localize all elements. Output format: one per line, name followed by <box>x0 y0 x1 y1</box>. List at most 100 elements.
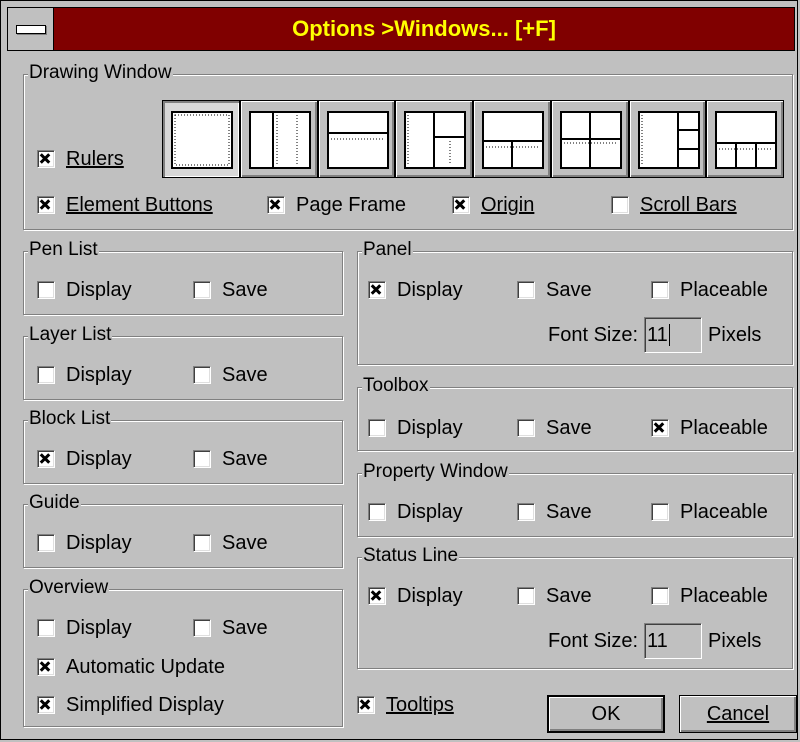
tooltips-checkbox[interactable]: Tooltips <box>357 693 454 717</box>
layout-left-three-right-button[interactable] <box>628 100 707 178</box>
pen-list-display-checkbox[interactable]: Display <box>37 278 132 302</box>
layout-horizontal-split-button[interactable] <box>317 100 396 178</box>
page-frame-checkbox[interactable]: Page Frame <box>267 193 406 217</box>
status-line-font-size-value: 11 <box>647 630 668 652</box>
overview-display-checkbox[interactable]: Display <box>37 616 132 640</box>
system-menu-button[interactable] <box>8 8 54 50</box>
pen-list-display-check[interactable] <box>37 281 55 299</box>
property-window-display-checkbox[interactable]: Display <box>368 500 463 524</box>
panel-display-checkbox[interactable]: Display <box>368 278 463 302</box>
cancel-button-label: Cancel <box>706 702 770 725</box>
pen-list-save-checkbox[interactable]: Save <box>193 278 268 302</box>
block-list-display-label: Display <box>66 448 132 470</box>
layer-list-legend: Layer List <box>28 324 113 346</box>
block-list-display-checkbox[interactable]: Display <box>37 447 132 471</box>
property-window-save-checkbox[interactable]: Save <box>517 500 592 524</box>
layout-top-bottom-split-button[interactable] <box>473 100 551 178</box>
guide-save-checkbox[interactable]: Save <box>193 531 268 555</box>
window-title: Options >Windows... [+F] <box>292 16 556 41</box>
title-bar: Options >Windows... [+F] <box>7 7 795 51</box>
automatic-update-label: Automatic Update <box>66 656 225 678</box>
toolbox-save-check[interactable] <box>517 419 535 437</box>
status-line-display-check[interactable] <box>368 587 386 605</box>
guide-display-check[interactable] <box>37 534 55 552</box>
property-window-save-check[interactable] <box>517 503 535 521</box>
overview-save-label: Save <box>222 617 268 639</box>
status-line-display-label: Display <box>397 585 463 607</box>
block-list-save-check[interactable] <box>193 450 211 468</box>
property-window-display-label: Display <box>397 501 463 523</box>
toolbox-legend: Toolbox <box>362 375 430 397</box>
toolbox-display-label: Display <box>397 417 463 439</box>
pen-list-save-label: Save <box>222 279 268 301</box>
tooltips-check[interactable] <box>357 696 375 714</box>
property-window-legend: Property Window <box>362 461 509 483</box>
block-list-legend: Block List <box>28 408 112 430</box>
layout-vertical-split-button[interactable] <box>239 100 318 178</box>
status-line-placeable-label: Placeable <box>680 585 768 607</box>
layout-left-three-right-icon <box>637 111 700 169</box>
toolbox-display-check[interactable] <box>368 419 386 437</box>
element-buttons-check[interactable] <box>37 196 55 214</box>
rulers-check[interactable] <box>37 150 55 168</box>
status-line-display-checkbox[interactable]: Display <box>368 584 463 608</box>
toolbox-placeable-checkbox[interactable]: Placeable <box>651 416 768 440</box>
panel-save-checkbox[interactable]: Save <box>517 278 592 302</box>
layout-single-button[interactable] <box>162 100 240 178</box>
guide-display-checkbox[interactable]: Display <box>37 531 132 555</box>
layout-left-right-split-button[interactable] <box>395 100 473 178</box>
toolbox-placeable-label: Placeable <box>680 417 768 439</box>
status-line-placeable-check[interactable] <box>651 587 669 605</box>
layer-list-save-checkbox[interactable]: Save <box>193 363 268 387</box>
scroll-bars-check[interactable] <box>611 196 629 214</box>
drawing-window-legend: Drawing Window <box>28 62 173 84</box>
guide-save-check[interactable] <box>193 534 211 552</box>
origin-label: Origin <box>481 194 535 216</box>
pen-list-save-check[interactable] <box>193 281 211 299</box>
automatic-update-checkbox[interactable]: Automatic Update <box>37 655 225 679</box>
panel-placeable-checkbox[interactable]: Placeable <box>651 278 768 302</box>
toolbox-display-checkbox[interactable]: Display <box>368 416 463 440</box>
layout-left-right-split-icon <box>404 111 467 169</box>
layout-vertical-split-icon <box>248 111 311 169</box>
status-line-save-check[interactable] <box>517 587 535 605</box>
layer-list-display-check[interactable] <box>37 366 55 384</box>
panel-placeable-label: Placeable <box>680 279 768 301</box>
automatic-update-check[interactable] <box>37 658 55 676</box>
block-list-display-check[interactable] <box>37 450 55 468</box>
layout-quad-button[interactable] <box>550 100 629 178</box>
overview-display-check[interactable] <box>37 619 55 637</box>
property-window-display-check[interactable] <box>368 503 386 521</box>
panel-display-check[interactable] <box>368 281 386 299</box>
page-frame-check[interactable] <box>267 196 285 214</box>
panel-save-check[interactable] <box>517 281 535 299</box>
overview-save-check[interactable] <box>193 619 211 637</box>
status-line-font-size-input[interactable]: 11 <box>644 623 703 659</box>
status-line-font-size-row: Font Size: 11 Pixels <box>548 623 761 659</box>
origin-check[interactable] <box>452 196 470 214</box>
ok-button[interactable]: OK <box>547 695 665 733</box>
block-list-save-checkbox[interactable]: Save <box>193 447 268 471</box>
simplified-display-checkbox[interactable]: Simplified Display <box>37 693 224 717</box>
options-windows-dialog: Options >Windows... [+F] Drawing Window … <box>0 0 798 740</box>
panel-font-size-input[interactable]: 11 <box>644 317 703 353</box>
property-window-placeable-check[interactable] <box>651 503 669 521</box>
layer-list-save-check[interactable] <box>193 366 211 384</box>
property-window-placeable-checkbox[interactable]: Placeable <box>651 500 768 524</box>
status-line-placeable-checkbox[interactable]: Placeable <box>651 584 768 608</box>
origin-checkbox[interactable]: Origin <box>452 193 534 217</box>
simplified-display-check[interactable] <box>37 696 55 714</box>
element-buttons-checkbox[interactable]: Element Buttons <box>37 193 213 217</box>
overview-save-checkbox[interactable]: Save <box>193 616 268 640</box>
layer-list-display-checkbox[interactable]: Display <box>37 363 132 387</box>
ok-button-label: OK <box>591 702 621 725</box>
toolbox-placeable-check[interactable] <box>651 419 669 437</box>
layout-top-three-bottom-button[interactable] <box>706 100 784 178</box>
toolbox-save-checkbox[interactable]: Save <box>517 416 592 440</box>
scroll-bars-checkbox[interactable]: Scroll Bars <box>611 193 737 217</box>
status-line-save-checkbox[interactable]: Save <box>517 584 592 608</box>
panel-placeable-check[interactable] <box>651 281 669 299</box>
rulers-checkbox[interactable]: Rulers <box>37 147 124 171</box>
cancel-button[interactable]: Cancel <box>679 695 797 733</box>
scroll-bars-label: Scroll Bars <box>640 194 737 216</box>
